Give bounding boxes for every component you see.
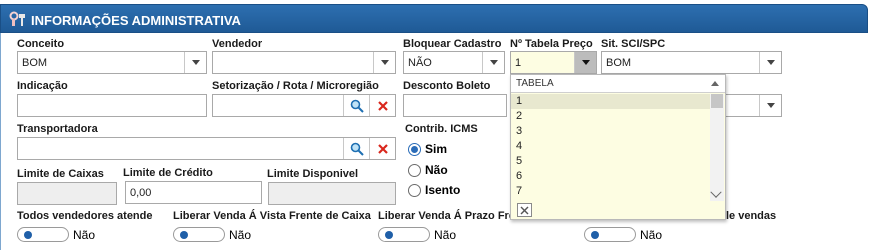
dropdown-item[interactable]: 1 <box>511 94 710 109</box>
contrib-icms-option-isento[interactable]: Isento <box>408 183 460 197</box>
liberar-vista-toggle[interactable] <box>173 227 225 242</box>
controle-vendas-state: Não <box>640 227 663 242</box>
bloquear-cadastro-value: NÃO <box>408 57 432 69</box>
sit-sci-spc-label: Sit. SCI/SPC <box>601 38 666 50</box>
sit-sci-spc-value: BOM <box>606 57 632 69</box>
liberar-vista-toggle-group: Não <box>173 227 251 242</box>
chevron-down-icon <box>489 60 498 65</box>
liberar-prazo-toggle[interactable] <box>378 227 430 242</box>
todos-vendedores-state: Não <box>73 227 96 242</box>
setorizacao-search-button[interactable] <box>343 95 369 116</box>
liberar-prazo-toggle-group: Não <box>378 227 456 242</box>
sit-sci-spc-dropdown-button[interactable] <box>759 52 781 73</box>
dropdown-item[interactable]: 2 <box>511 109 710 124</box>
dropdown-item[interactable]: 3 <box>511 124 710 139</box>
sit-sci-spc-select[interactable]: BOM <box>601 51 782 74</box>
transportadora-field[interactable] <box>17 137 396 160</box>
chevron-down-icon <box>766 60 775 65</box>
desconto-boleto-label: Desconto Boleto <box>403 80 491 92</box>
contrib-icms-isento-label: Isento <box>425 183 461 197</box>
setorizacao-label: Setorização / Rota / Microregião <box>212 80 379 92</box>
panel-title: INFORMAÇÕES ADMINISTRATIVA <box>31 13 241 28</box>
tabela-preco-dropdown-button[interactable] <box>574 52 596 73</box>
tabela-preco-value: 1 <box>515 57 522 69</box>
dropdown-item[interactable]: 5 <box>511 154 710 169</box>
dropdown-items: 1 2 3 4 5 6 7 <box>511 94 710 199</box>
liberar-prazo-label: Liberar Venda Á Prazo Fre <box>378 210 515 222</box>
chevron-down-icon <box>581 60 590 65</box>
conceito-label: Conceito <box>17 38 65 50</box>
contrib-icms-label: Contrib. ICMS <box>405 123 478 135</box>
search-icon <box>350 142 364 156</box>
chevron-down-icon <box>380 60 389 65</box>
close-icon <box>520 206 529 214</box>
desconto-boleto-field[interactable] <box>403 94 507 117</box>
header-bar: INFORMAÇÕES ADMINISTRATIVA <box>0 4 868 33</box>
controle-vendas-toggle[interactable] <box>584 227 636 242</box>
liberar-vista-state: Não <box>229 227 252 242</box>
dropdown-column-header[interactable]: TABELA <box>511 75 725 93</box>
bloquear-cadastro-label: Bloquear Cadastro <box>403 38 502 50</box>
conceito-dropdown-button[interactable] <box>184 52 206 73</box>
contrib-icms-option-sim[interactable]: Sim <box>408 142 447 156</box>
dropdown-item[interactable]: 6 <box>511 169 710 184</box>
hidden-select-dropdown-button[interactable] <box>759 95 781 116</box>
vendedor-label: Vendedor <box>212 38 263 50</box>
conceito-value: BOM <box>22 57 48 69</box>
close-icon <box>377 143 388 154</box>
transportadora-label: Transportadora <box>17 123 98 135</box>
todos-vendedores-toggle[interactable] <box>17 227 69 242</box>
bloquear-cadastro-select[interactable]: NÃO <box>403 51 505 74</box>
search-icon <box>350 99 364 113</box>
admin-tools-icon <box>9 11 25 26</box>
dropdown-item[interactable]: 4 <box>511 139 710 154</box>
close-icon <box>377 100 388 111</box>
liberar-vista-label: Liberar Venda Á Vista Frente de Caixa <box>173 210 371 222</box>
setorizacao-clear-button[interactable] <box>369 95 395 116</box>
contrib-icms-option-nao[interactable]: Não <box>408 163 448 177</box>
radio-icon[interactable] <box>408 183 421 197</box>
indicacao-field[interactable] <box>17 94 207 117</box>
dropdown-column-header-label: TABELA <box>516 78 554 89</box>
limite-credito-field[interactable]: 0,00 <box>125 181 262 204</box>
setorizacao-field[interactable] <box>212 94 396 117</box>
dropdown-item[interactable]: 7 <box>511 184 710 199</box>
contrib-icms-nao-label: Não <box>425 163 448 177</box>
contrib-icms-sim-label: Sim <box>425 142 448 156</box>
limite-credito-value: 0,00 <box>130 187 152 199</box>
indicacao-label: Indicação <box>17 80 68 92</box>
todos-vendedores-label: Todos vendedores atende <box>17 210 153 222</box>
controle-vendas-label: le vendas <box>726 210 777 222</box>
limite-caixas-field[interactable] <box>17 182 117 205</box>
todos-vendedores-toggle-group: Não <box>17 227 95 242</box>
radio-icon[interactable] <box>408 163 421 177</box>
liberar-prazo-state: Não <box>434 227 457 242</box>
transportadora-search-button[interactable] <box>343 138 369 159</box>
conceito-select[interactable]: BOM <box>17 51 207 74</box>
dropdown-close-button[interactable] <box>517 203 532 217</box>
limite-credito-label: Limite de Crédito <box>123 167 213 179</box>
scroll-down-icon[interactable] <box>710 186 722 198</box>
vendedor-select[interactable] <box>212 51 396 74</box>
chevron-down-icon <box>766 103 775 108</box>
vendedor-dropdown-button[interactable] <box>373 52 395 73</box>
dropdown-scrollbar[interactable] <box>710 94 724 201</box>
controle-vendas-toggle-group: Não <box>584 227 662 242</box>
tabela-preco-label: Nº Tabela Preço <box>510 38 593 50</box>
tabela-preco-dropdown-list: TABELA 1 2 3 4 5 6 7 <box>510 74 726 220</box>
scrollbar-thumb[interactable] <box>711 94 723 108</box>
panel-header: INFORMAÇÕES ADMINISTRATIVA <box>0 0 882 33</box>
limite-disponivel-field <box>268 182 396 205</box>
transportadora-clear-button[interactable] <box>369 138 395 159</box>
sort-up-icon <box>711 81 719 86</box>
tabela-preco-select[interactable]: 1 <box>510 51 597 74</box>
chevron-down-icon <box>191 60 200 65</box>
limite-disponivel-label: Limite Disponivel <box>267 168 359 180</box>
radio-icon[interactable] <box>408 142 421 156</box>
bloquear-cadastro-dropdown-button[interactable] <box>482 52 504 73</box>
limite-caixas-label: Limite de Caixas <box>17 168 104 180</box>
